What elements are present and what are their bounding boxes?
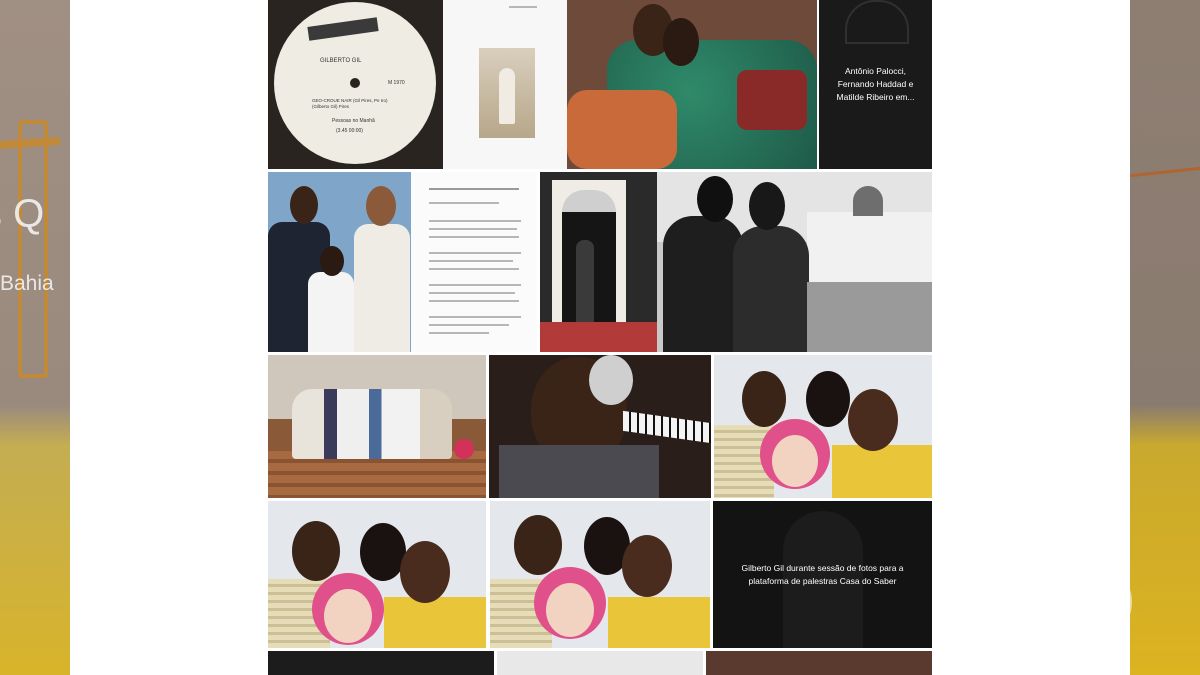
man-left (663, 216, 743, 352)
woman-head (663, 18, 699, 66)
man-left-head (697, 176, 733, 222)
doc-line (429, 268, 519, 270)
right-background-panel (1130, 0, 1200, 675)
image-tile-partial-1[interactable] (268, 651, 494, 675)
man-head (290, 186, 318, 224)
decor-line (1130, 165, 1200, 178)
doc-line (429, 220, 521, 222)
street (807, 282, 932, 352)
girl-head (320, 246, 344, 276)
image-tile-three-friends-2[interactable] (490, 501, 710, 648)
image-tile-three-friends-1[interactable] (268, 501, 486, 648)
image-tile-vinyl-record[interactable]: GILBERTO GIL M 1970 GEO-CROUE NAIR (Gil … (268, 0, 443, 169)
image-tile-group-on-stairs[interactable] (268, 355, 486, 498)
record-track: GEO-CROUE NAIR (Gil Pires, Pe Iro) (Gilb… (312, 98, 388, 109)
image-tile-three-friends-yellow[interactable] (714, 355, 932, 498)
image-caption: Antônio Palocci, Fernando Haddad e Matil… (819, 0, 932, 169)
doc-line (429, 292, 515, 294)
image-caption: Gilberto Gil durante sessão de fotos par… (713, 501, 932, 648)
museum-building (807, 212, 932, 282)
doc-line (429, 316, 521, 318)
woman-white-suit (354, 224, 410, 352)
man-right-head (749, 182, 785, 230)
man-standing (576, 240, 594, 322)
image-tile-partial-3[interactable] (706, 651, 932, 675)
hair (589, 355, 633, 405)
right-man-yellow (384, 597, 486, 648)
left-heading-fragment: s Q (0, 192, 45, 236)
image-tile-dark-photo[interactable]: Antônio Palocci, Fernando Haddad e Matil… (819, 0, 932, 169)
left-man-head (292, 521, 340, 581)
girl-face (772, 435, 818, 487)
record-artist: GILBERTO GIL (320, 58, 362, 64)
right-man-yellow (832, 445, 932, 498)
image-tile-text-document[interactable] (411, 172, 537, 352)
people-group (292, 389, 452, 459)
image-tile-doorway[interactable] (540, 172, 657, 352)
girl-face (546, 583, 594, 637)
woman-head (366, 186, 396, 226)
image-tile-couple-portrait[interactable] (567, 0, 817, 169)
dome (853, 186, 883, 216)
center-man-head (806, 371, 850, 427)
image-tile-partial-2[interactable] (497, 651, 703, 675)
image-tile-pianist-portrait[interactable] (489, 355, 711, 498)
image-tile-london-street[interactable] (657, 172, 932, 352)
girl-white-dress (308, 272, 354, 352)
decor-frame (18, 120, 48, 378)
spindle-hole (350, 78, 360, 88)
doc-line (429, 188, 519, 190)
doc-line (429, 284, 521, 286)
doc-line (429, 300, 519, 302)
left-subtitle-fragment: Bahia (0, 272, 54, 295)
image-tile-photoshoot[interactable]: Gilberto Gil durante sessão de fotos par… (713, 501, 932, 648)
right-man-yellow (608, 597, 710, 648)
doc-line (429, 260, 513, 262)
record-catalog: M 1970 (388, 80, 405, 86)
record-time: (3.45 00:00) (336, 128, 363, 134)
record-album: Pessoas no Manhã (332, 118, 375, 124)
image-search-page: GILBERTO GIL M 1970 GEO-CROUE NAIR (Gil … (70, 0, 1130, 675)
right-man-head (848, 389, 898, 451)
right-man-head (400, 541, 450, 603)
doc-line (429, 236, 519, 238)
man-right (733, 226, 809, 352)
doc-line (429, 252, 521, 254)
orange-cushion (567, 90, 677, 169)
red-carpet (540, 322, 657, 352)
image-tile-document-painting[interactable] (443, 0, 567, 169)
flowers (454, 439, 474, 459)
left-man-head (742, 371, 786, 427)
girl-face (324, 589, 372, 643)
painted-figure (499, 68, 515, 124)
image-tile-family-portrait[interactable] (268, 172, 411, 352)
suit (499, 445, 659, 498)
doc-line (429, 332, 489, 334)
piano-keys (623, 410, 711, 444)
left-background-panel: s Q Bahia (0, 0, 70, 675)
red-patterned-cloth (737, 70, 807, 130)
doc-line (429, 324, 509, 326)
doc-line (429, 228, 517, 230)
right-man-head (622, 535, 672, 597)
doc-line (429, 202, 499, 204)
doc-header-line (509, 6, 537, 8)
left-man-head (514, 515, 562, 575)
globo-logo-icon (1048, 560, 1132, 644)
